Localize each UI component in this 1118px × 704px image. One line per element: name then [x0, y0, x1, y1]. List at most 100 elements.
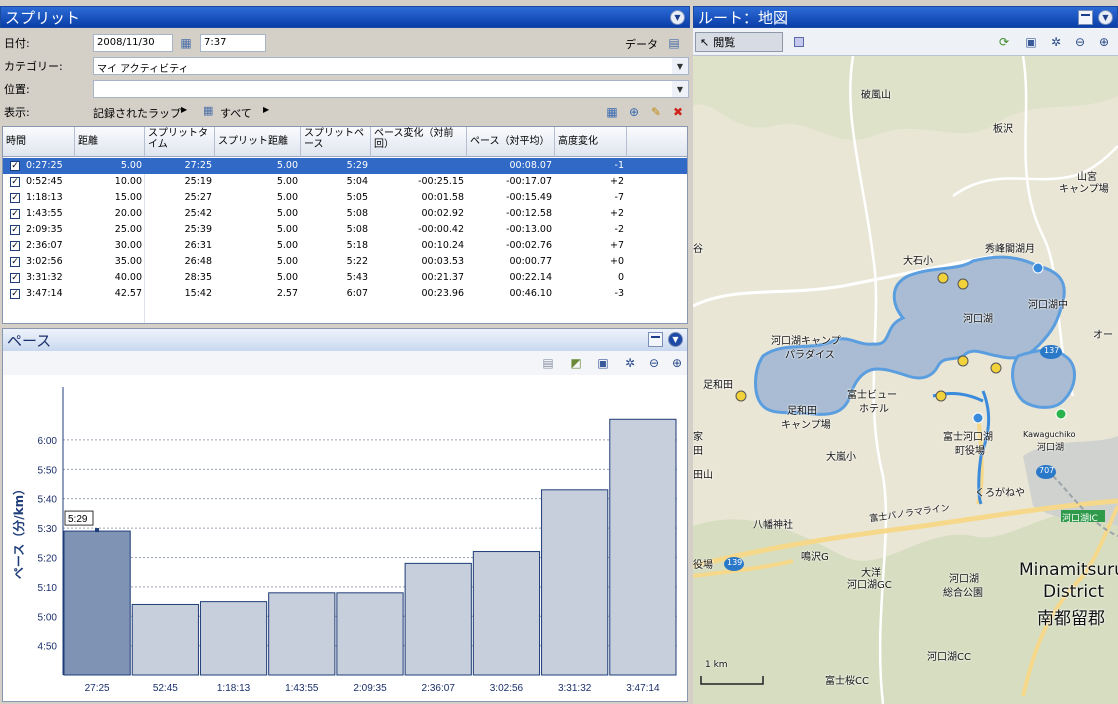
table-row[interactable]: ✓ 2:36:07 30.00 26:31 5.00 5:18 00:10.24 -00:02… — [3, 238, 687, 254]
chart-bar[interactable] — [609, 418, 677, 676]
col-distance[interactable]: 距離 — [75, 127, 145, 157]
zoom-in-icon[interactable]: ⊕ — [1096, 34, 1112, 50]
chart-bar[interactable] — [199, 601, 268, 676]
map-label: 足和田 — [787, 406, 817, 417]
save-icon[interactable]: ▣ — [595, 355, 611, 371]
row-checkbox[interactable]: ✓ — [10, 177, 20, 187]
cell-split-pace: 5:08 — [346, 208, 368, 219]
row-checkbox[interactable]: ✓ — [10, 193, 20, 203]
zoom-out-icon[interactable]: ⊖ — [646, 355, 662, 371]
calendar-icon[interactable]: ▦ — [178, 35, 194, 51]
x-tick-label: 2:36:07 — [422, 683, 456, 694]
row-checkbox[interactable]: ✓ — [10, 225, 20, 235]
grid-settings-icon[interactable]: ▦ — [604, 104, 620, 120]
chart-grid-icon[interactable]: ▤ — [540, 355, 556, 371]
display-all-menu[interactable]: すべて — [220, 105, 252, 121]
table-row[interactable]: ✓ 3:31:32 40.00 28:35 5.00 5:43 00:21.37 00:22.… — [3, 270, 687, 286]
col-pace-change-prev[interactable]: ペース変化（対前回） — [371, 127, 467, 157]
chevron-right-icon[interactable]: ▶ — [263, 105, 269, 114]
cell-pace-change-prev: 00:10.24 — [421, 240, 465, 251]
row-checkbox[interactable]: ✓ — [10, 289, 20, 299]
delete-icon[interactable]: ✖ — [670, 104, 686, 120]
category-select[interactable]: マイ アクティビティ ▼ — [93, 57, 689, 75]
table-row[interactable]: ✓ 3:47:14 42.57 15:42 2.57 6:07 00:23.96 00:46.… — [3, 286, 687, 302]
table-row[interactable]: ✓ 1:18:13 15.00 25:27 5.00 5:05 00:01.58 -00:15… — [3, 190, 687, 206]
chart-bar[interactable] — [472, 551, 541, 676]
x-tick-label: 3:02:56 — [490, 683, 524, 694]
chart-area-icon[interactable]: ◩ — [568, 355, 584, 371]
time-field[interactable]: 7:37 — [200, 34, 266, 52]
gear-icon[interactable]: ✲ — [622, 355, 638, 371]
refresh-icon[interactable]: ⟳ — [996, 34, 1012, 50]
chevron-down-icon[interactable]: ▼ — [672, 81, 688, 97]
y-tick-label: 6:00 — [38, 436, 58, 447]
cell-pace-vs-avg: 00:00.77 — [509, 256, 553, 267]
table-row[interactable]: ✓ 2:09:35 25.00 25:39 5.00 5:08 -00:00.42 -00:1… — [3, 222, 687, 238]
col-split-distance[interactable]: スプリット距離 — [215, 127, 301, 157]
chart-bar[interactable] — [336, 592, 404, 676]
map-label: 大石小 — [903, 256, 933, 267]
map-label: 町役場 — [955, 446, 985, 457]
location-select[interactable]: ▼ — [93, 80, 689, 98]
cell-distance: 25.00 — [114, 224, 142, 235]
data-label: データ — [625, 38, 658, 51]
chart-bar[interactable] — [404, 562, 472, 676]
table-row[interactable]: ✓ 3:02:56 35.00 26:48 5.00 5:22 00:03.53 00:00.… — [3, 254, 687, 270]
row-checkbox[interactable]: ✓ — [10, 257, 20, 267]
table-row[interactable]: ✓ 0:27:25 5.00 27:25 5.00 5:29 00:08.07 -1 — [3, 158, 687, 174]
map-label: 役場 — [693, 560, 713, 571]
table-row[interactable]: ✓ 1:43:55 20.00 25:42 5.00 5:08 00:02.92 -00:12… — [3, 206, 687, 222]
cell-elevation-change: +2 — [609, 176, 624, 187]
data-menu-icon[interactable]: ▤ — [666, 35, 682, 51]
table-row[interactable]: ✓ 0:52:45 10.00 25:19 5.00 5:04 -00:25.15 -00:1… — [3, 174, 687, 190]
route-map[interactable]: 破風山 板沢 山宮 キャンプ場 大石小 秀峰閣湖月 河口湖 河口湖中 河口湖キャ… — [693, 56, 1118, 704]
display-laps-menu[interactable]: 記録されたラップ — [93, 105, 181, 121]
location-row: 位置: ▼ — [0, 78, 690, 100]
gear-icon[interactable]: ✲ — [1048, 34, 1064, 50]
row-checkbox[interactable]: ✓ — [10, 161, 20, 171]
col-time[interactable]: 時間 — [3, 127, 75, 157]
x-tick-label: 1:18:13 — [217, 683, 251, 694]
row-checkbox[interactable]: ✓ — [10, 273, 20, 283]
pace-collapse-button[interactable]: ▼ — [668, 332, 683, 347]
cell-time: 3:02:56 — [26, 256, 63, 267]
chevron-down-icon[interactable]: ▼ — [672, 58, 688, 74]
row-checkbox[interactable]: ✓ — [10, 241, 20, 251]
cell-split-pace: 5:08 — [346, 224, 368, 235]
map-toolbar: ↖ 閲覧 ⟳ ▣ ✲ ⊖ ⊕ — [693, 28, 1118, 56]
map-collapse-button[interactable]: ▼ — [1098, 10, 1113, 25]
chart-bar[interactable] — [541, 489, 609, 676]
map-label: 河口湖 — [949, 574, 979, 585]
chevron-right-icon[interactable]: ▶ — [181, 105, 187, 114]
cell-split-distance: 2.57 — [276, 288, 298, 299]
chart-bar[interactable] — [268, 592, 336, 676]
pace-minimize-button[interactable] — [648, 332, 663, 347]
col-split-pace[interactable]: スプリットペース — [301, 127, 371, 157]
col-elevation-change[interactable]: 高度変化 — [555, 127, 627, 157]
zoom-out-icon[interactable]: ⊖ — [1072, 34, 1088, 50]
map-title: ルート：地図 — [698, 8, 789, 27]
zoom-in-icon[interactable]: ⊕ — [669, 355, 685, 371]
date-field[interactable]: 2008/11/30 — [93, 34, 173, 52]
cell-split-pace: 5:04 — [346, 176, 368, 187]
col-split-time[interactable]: スプリットタイム — [145, 127, 215, 157]
save-icon[interactable]: ▣ — [1023, 34, 1039, 50]
splits-collapse-button[interactable]: ▼ — [670, 10, 685, 25]
map-label: 鳴沢G — [801, 552, 829, 563]
cell-distance: 15.00 — [114, 192, 142, 203]
cell-split-distance: 5.00 — [276, 160, 298, 171]
pace-title-bar: ペース ▼ — [3, 329, 687, 351]
category-row: カテゴリー: マイ アクティビティ ▼ — [0, 55, 690, 77]
chart-bar[interactable] — [63, 530, 131, 676]
cell-distance: 35.00 — [114, 256, 142, 267]
select-region-icon[interactable] — [794, 37, 804, 47]
col-pace-vs-avg[interactable]: ペース（対平均） — [467, 127, 555, 157]
add-lap-icon[interactable]: ⊕ — [626, 104, 642, 120]
edit-pencil-icon[interactable]: ✎ — [648, 104, 664, 120]
row-checkbox[interactable]: ✓ — [10, 209, 20, 219]
map-minimize-button[interactable] — [1078, 10, 1093, 25]
cell-distance: 10.00 — [114, 176, 142, 187]
y-tick-label: 5:40 — [38, 495, 58, 506]
browse-button[interactable]: ↖ 閲覧 — [695, 32, 783, 52]
chart-bar[interactable] — [131, 603, 199, 676]
